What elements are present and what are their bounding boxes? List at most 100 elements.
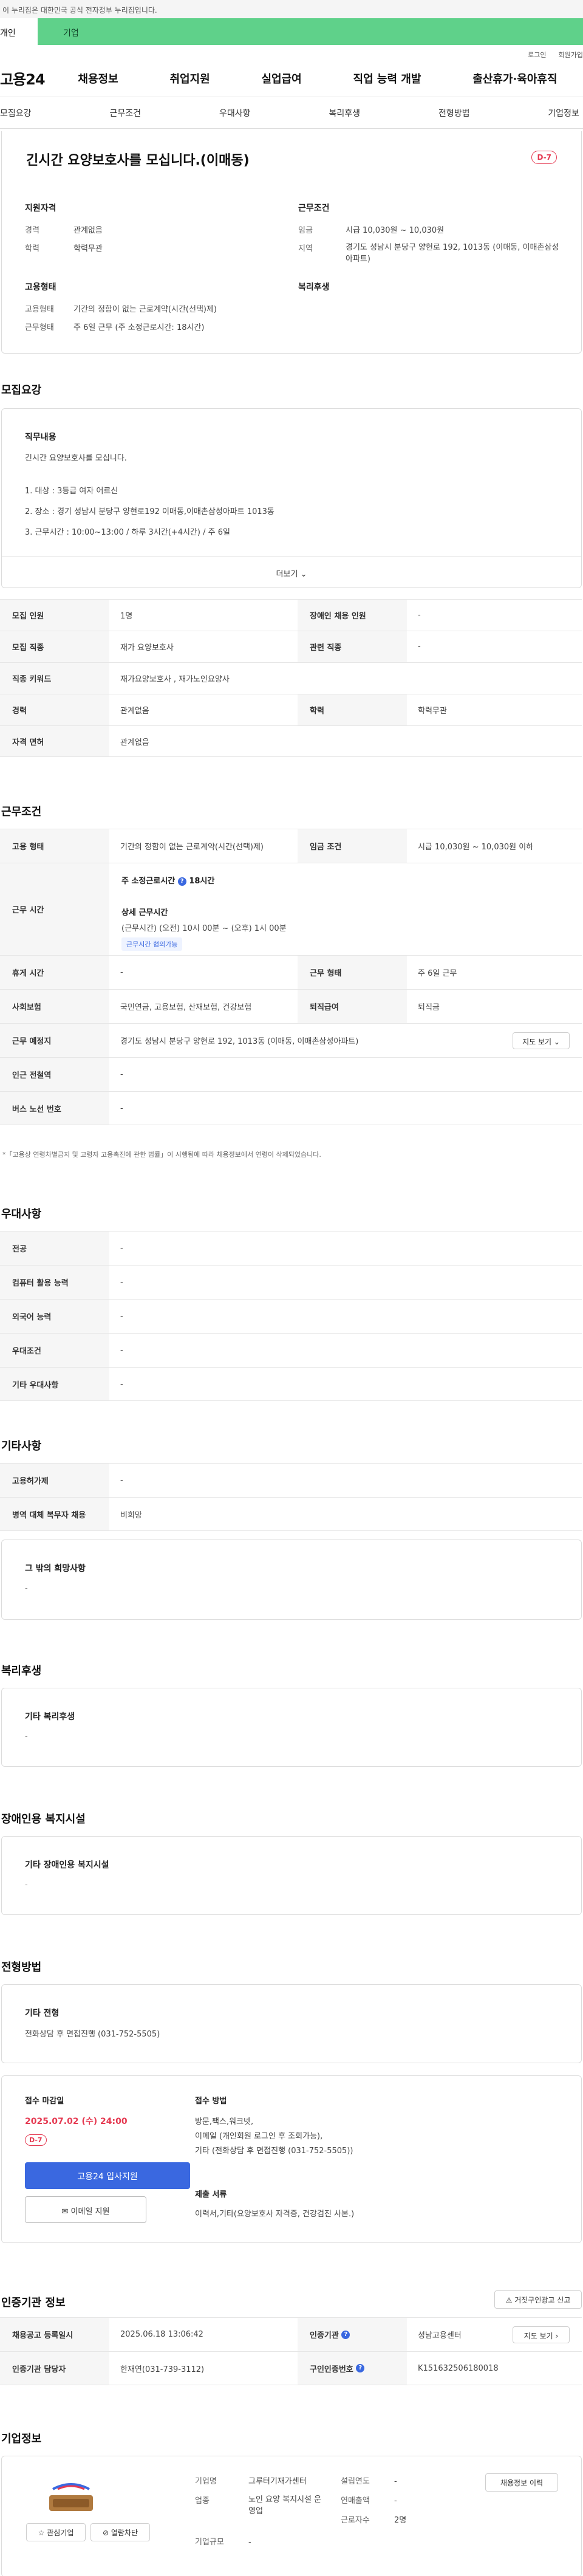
subnav-welfare[interactable]: 복리후생 [329, 107, 360, 119]
report-fake-ad-button[interactable]: ⚠ 거짓구인광고 신고 [494, 2290, 582, 2309]
mail-icon: ✉ [61, 2207, 69, 2216]
other-wishes-value: - [25, 1584, 28, 1593]
company-field: 연매출액 - [341, 2496, 397, 2506]
favorite-company-button[interactable]: ☆ 관심기업 [26, 2523, 86, 2541]
job-title: 긴시간 요양보호사를 모십니다.(이매동) [26, 153, 250, 168]
duty-line: 2. 장소 : 경기 성남시 분당구 양현로192 이매동,이매촌삼성아파트 1… [25, 507, 274, 516]
dday-badge: D-7 [531, 151, 557, 164]
worktype-row: 근무형태 주 6일 근무 (주 소정근로시간: 18시간) [25, 323, 205, 332]
gnb-employment-support[interactable]: 취업지원 [169, 70, 210, 86]
recruit-section-title: 모집요강 [1, 384, 42, 397]
method-line: 기타 (전화상담 후 면접진행 (031-752-5505)) [195, 2146, 353, 2156]
gnb-parental-leave[interactable]: 출산휴가·육아휴직 [472, 70, 557, 86]
duty-line: 3. 근무시간 : 10:00~13:00 / 하루 3시간(+4시간) / 주… [25, 528, 230, 537]
subnav-company[interactable]: 기업정보 [548, 107, 579, 119]
process-box-title: 기타 전형 [25, 2009, 60, 2018]
cert-section-title: 인증기관 정보 [1, 2297, 66, 2309]
company-field: 기업명 그루터기재가센터 [195, 2477, 307, 2486]
info-icon[interactable]: ? [356, 2364, 365, 2372]
gnb-jobs[interactable]: 채용정보 [78, 70, 118, 86]
duty-line: 1. 대상 : 3등급 여자 어르신 [25, 487, 118, 496]
disability-box-title: 기타 장애인용 복지시설 [25, 1860, 109, 1870]
company-field: 근로자수 2명 [341, 2516, 407, 2525]
docs-title: 제출 서류 [195, 2190, 227, 2199]
table-row: 외국어 능력 - [0, 1299, 582, 1333]
disability-box: 기타 장애인용 복지시설 - [1, 1836, 582, 1915]
other-wishes-title: 그 밖의 희망사항 [25, 1564, 86, 1574]
etc-table: 고용허가제 - 병역 대체 복무자 채용 비희망 [0, 1463, 583, 1532]
subnav-preferences[interactable]: 우대사항 [219, 107, 251, 119]
cond-title: 근무조건 [298, 204, 330, 213]
process-box: 기타 전형 전화상담 후 면접진행 (031-752-5505) [1, 1984, 582, 2063]
signup-link[interactable]: 회원가입 [559, 51, 583, 59]
disability-box-value: - [25, 1880, 28, 1889]
table-row: 사회보험 국민연금, 고용보험, 산재보험, 건강보험 퇴직급여 퇴직금 [0, 989, 582, 1023]
emptype-row: 고용형태 기간의 정함이 없는 근로계약(시간(선택)제) [25, 305, 217, 314]
gov-banner: 이 누리집은 대한민국 공식 전자정부 누리집입니다. [0, 0, 583, 18]
etc-section-title: 기타사항 [1, 1440, 42, 1453]
qual-title: 지원자격 [25, 204, 56, 213]
welfare-box: 기타 복리후생 - [1, 1688, 582, 1767]
welfare-box-value: - [25, 1732, 28, 1741]
hiring-history-button[interactable]: 채용정보 이력 [485, 2473, 558, 2492]
email-apply-button[interactable]: ✉ 이메일 지원 [25, 2196, 146, 2223]
gnb-unemployment-benefit[interactable]: 실업급여 [261, 70, 301, 86]
work-hours-cell: 주 소정근로시간 ? 18시간 상세 근무시간 (근무시간) (오전) 10시 … [109, 863, 582, 955]
process-box-value: 전화상담 후 면접진행 (031-752-5505) [25, 2030, 160, 2039]
recruit-table: 모집 인원 1명 장애인 채용 인원 - 모집 직종 재가 요양보호사 관련 직종 - 직종… [0, 599, 583, 758]
tab-personal[interactable]: 개인 [0, 18, 38, 45]
block-view-button[interactable]: ⊘ 열람차단 [90, 2523, 150, 2541]
table-row: 자격 면허 관계없음 [0, 725, 582, 757]
info-icon[interactable]: ? [177, 877, 186, 886]
career-row: 경력 관계없음 [25, 226, 103, 235]
map-button[interactable]: 지도 보기 › [513, 2326, 570, 2343]
conditions-table: 고용 형태 기간의 정함이 없는 근로계약(시간(선택)제) 임금 조건 시급 10,… [0, 829, 583, 1145]
alert-icon: ⚠ [505, 2296, 513, 2304]
hours-negotiable-badge: 근무시간 협의가능 [121, 937, 183, 951]
subnav-recruit[interactable]: 모집요강 [0, 107, 32, 119]
apply-online-button[interactable]: 고용24 입사지원 [25, 2162, 190, 2189]
chevron-down-icon: ⌄ [300, 570, 307, 579]
table-row: 경력 관계없음 학력 학력무관 [0, 694, 582, 725]
map-button[interactable]: 지도 보기 ⌄ [513, 1032, 570, 1049]
subnav-conditions[interactable]: 근무조건 [109, 107, 141, 119]
gnb-vocational-training[interactable]: 직업 능력 개발 [353, 70, 421, 86]
tab-business[interactable]: 기업 [38, 18, 583, 45]
company-box: ☆ 관심기업 ⊘ 열람차단 기업명 그루터기재가센터 업종 노인 요양 복지시설 운… [1, 2456, 582, 2576]
welfare-box-title: 기타 복리후생 [25, 1712, 75, 1722]
table-row: 버스 노선 번호 - [0, 1091, 582, 1125]
method-line: 방문,팩스,워크넷, [195, 2117, 254, 2126]
disability-section-title: 장애인용 복지시설 [1, 1813, 86, 1826]
table-row: 고용허가제 - [0, 1463, 582, 1497]
welfare-title: 복리후생 [298, 283, 330, 292]
info-icon[interactable]: ? [341, 2330, 350, 2339]
edu-row: 학력 학력무관 [25, 244, 103, 253]
table-row: 모집 직종 재가 요양보호사 관련 직종 - [0, 631, 582, 662]
method-title: 접수 방법 [195, 2097, 227, 2106]
table-row: 인근 전철역 - [0, 1057, 582, 1091]
table-row: 모집 인원 1명 장애인 채용 인원 - [0, 599, 582, 631]
table-row: 컴퓨터 활용 능력 - [0, 1265, 582, 1299]
company-logo [41, 2475, 101, 2517]
global-nav: 고용24 채용정보 취업지원 실업급여 직업 능력 개발 출산휴가·육아휴직 [0, 60, 583, 97]
more-button[interactable]: 더보기 ⌄ [2, 556, 581, 587]
site-logo[interactable]: 고용24 [0, 67, 52, 89]
apply-box: 접수 마감일 2025.07.02 (수) 24:00 D-7 고용24 입사지… [1, 2075, 582, 2243]
job-summary-card: 긴시간 요양보호사를 모십니다.(이매동) D-7 지원자격 경력 관계없음 학력… [1, 131, 582, 354]
subnav-process[interactable]: 전형방법 [438, 107, 470, 119]
age-notice: *「고용상 연령차별금지 및 고령자 고용촉진에 관한 법률」이 시행됨에 따라… [2, 1151, 321, 1159]
docs-value: 이력서,기타(요양보호사 자격증, 건강검진 사본.) [195, 2210, 355, 2219]
user-type-tabs: 개인 기업 [0, 18, 583, 45]
wage-row: 임금 시급 10,030원 ~ 10,030원 [298, 226, 445, 235]
detail-hours-label: 상세 근무시간 [121, 908, 168, 917]
login-link[interactable]: 로그인 [528, 51, 546, 59]
area-row: 지역 경기도 성남시 분당구 양현로 192, 1013동 (이매동, 이매촌삼성… [298, 243, 559, 264]
table-row: 직종 키워드 재가요양보호사 , 재가노인요양사 [0, 662, 582, 694]
detail-hours-value: (근무시간) (오전) 10시 00분 ~ (오후) 1시 00분 [121, 924, 287, 933]
table-row: 전공 - [0, 1231, 582, 1265]
table-row: 근무 예정지 경기도 성남시 분당구 양현로 192, 1013동 (이매동, 이… [0, 1023, 582, 1057]
banner-text: 이 누리집은 대한민국 공식 전자정부 누리집입니다. [2, 6, 157, 15]
table-row: 병역 대체 복무자 채용 비희망 [0, 1497, 582, 1531]
company-field: 기업규모 - [195, 2538, 251, 2547]
other-wishes-box: 그 밖의 희망사항 - [1, 1540, 582, 1620]
